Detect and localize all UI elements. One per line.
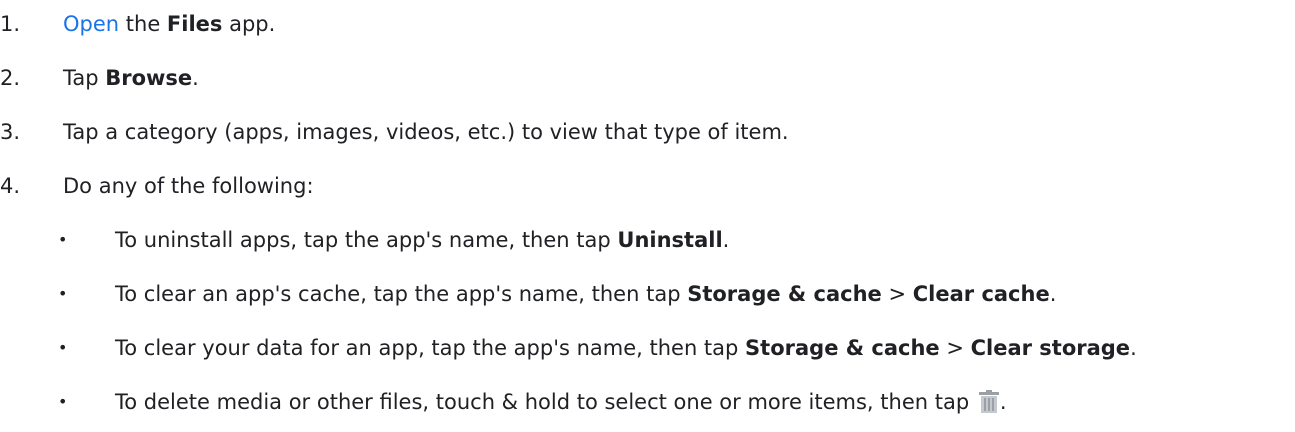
step-text-part: To uninstall apps, tap the app's name, t…: [115, 228, 618, 252]
step-number: 2.: [0, 66, 21, 90]
files-app-name: Files: [166, 12, 223, 36]
step-text: Do any of the following:: [63, 174, 314, 198]
clear-storage-label: Clear storage: [970, 336, 1131, 360]
step-text-part: .: [1049, 282, 1057, 306]
step-text-part: the: [119, 12, 167, 36]
step-text: Open the Files app.: [63, 10, 275, 38]
step-text-part: To delete media or other files, touch & …: [115, 390, 976, 414]
sub-step-text: To clear an app's cache, tap the app's n…: [115, 280, 1056, 308]
step-text: Tap a category (apps, images, videos, et…: [63, 120, 789, 144]
sub-step-text: To uninstall apps, tap the app's name, t…: [115, 226, 729, 254]
sub-step-text: To delete media or other files, touch & …: [115, 388, 1007, 421]
step-text: Tap Browse.: [63, 64, 199, 92]
step-text-part: To clear an app's cache, tap the app's n…: [115, 282, 688, 306]
bullet-icon: •: [58, 338, 68, 357]
storage-cache-label: Storage & cache: [687, 282, 882, 306]
bullet-icon: •: [58, 230, 68, 249]
step-text-part: Tap: [63, 66, 106, 90]
step-text-part: >: [881, 282, 913, 306]
step-text-part: >: [939, 336, 971, 360]
open-files-link[interactable]: Open: [63, 12, 119, 36]
step-text-part: .: [192, 66, 199, 90]
clear-cache-label: Clear cache: [912, 282, 1050, 306]
uninstall-label: Uninstall: [617, 228, 723, 252]
step-text-part: .: [999, 390, 1007, 414]
bullet-icon: •: [58, 392, 68, 411]
step-number: 4.: [0, 174, 21, 198]
instruction-list: 1. Open the Files app. 2. Tap Browse. 3.…: [0, 0, 1295, 432]
browse-label: Browse: [105, 66, 193, 90]
step-number: 3.: [0, 120, 21, 144]
storage-cache-label: Storage & cache: [745, 336, 940, 360]
step-text-part: app.: [222, 12, 276, 36]
sub-step-text: To clear your data for an app, tap the a…: [115, 334, 1137, 362]
step-text-part: To clear your data for an app, tap the a…: [115, 336, 746, 360]
bullet-icon: •: [58, 284, 68, 303]
step-number: 1.: [0, 12, 21, 36]
trash-icon: [978, 390, 1000, 421]
step-text-part: .: [1130, 336, 1137, 360]
step-text-part: .: [722, 228, 730, 252]
